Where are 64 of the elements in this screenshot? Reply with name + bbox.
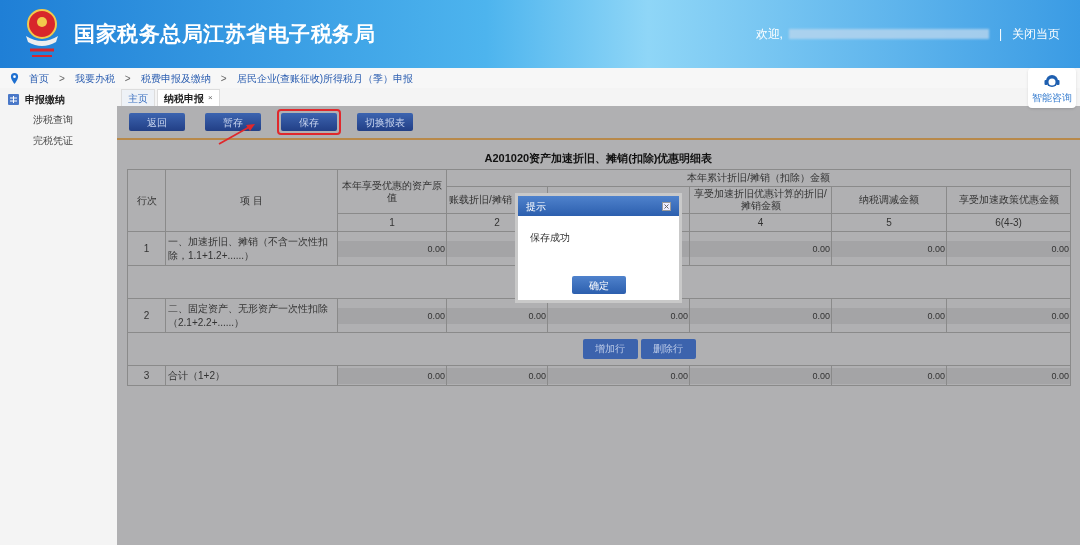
sidebar-item[interactable]: 完税凭证 <box>0 133 117 148</box>
row-action-button[interactable]: 删除行 <box>640 339 696 359</box>
amount-field[interactable]: 0.00 <box>690 367 831 384</box>
help-label: 智能咨询 <box>1032 90 1072 105</box>
column-header: 项 目 <box>240 194 263 206</box>
column-number: 1 <box>389 216 395 228</box>
column-header: 账载折旧/摊销 <box>449 194 512 205</box>
amount-field[interactable]: 0.00 <box>548 307 689 324</box>
row-number: 1 <box>143 242 150 254</box>
amount-field[interactable]: 0.00 <box>947 240 1071 257</box>
column-number: 4 <box>757 216 764 228</box>
row-label: 一、加速折旧、摊销（不含一次性扣除，1.1+1.2+......） <box>168 235 328 261</box>
location-pin-icon <box>10 72 19 84</box>
separator: | <box>998 26 1002 43</box>
help-widget[interactable]: 智能咨询 <box>1028 68 1076 108</box>
row-label: 二、固定资产、无形资产一次性扣除（2.1+2.2+......） <box>168 302 328 328</box>
column-header: 行次 <box>136 194 157 206</box>
amount-field[interactable]: 0.00 <box>690 240 831 257</box>
amount-field[interactable]: 0.00 <box>338 240 446 257</box>
amount-field[interactable]: 0.00 <box>832 367 946 384</box>
column-header: 本年享受优惠的资产原值 <box>342 179 442 203</box>
column-number: 6(4-3) <box>995 216 1022 228</box>
row-action-button[interactable]: 增加行 <box>582 339 638 359</box>
close-icon[interactable] <box>662 201 671 211</box>
confirm-button[interactable]: 确定 <box>571 276 626 294</box>
amount-field[interactable]: 0.00 <box>338 307 446 324</box>
breadcrumb-separator: > <box>124 71 131 86</box>
breadcrumb-link[interactable]: 首页 <box>29 70 49 86</box>
close-page-link[interactable]: 关闭当页 <box>1012 25 1060 43</box>
column-number: 5 <box>886 216 892 228</box>
table-title: A201020资产加速折旧、摊销(扣除)优惠明细表 <box>484 152 713 164</box>
amount-field[interactable]: 0.00 <box>690 307 831 324</box>
amount-field[interactable]: 0.00 <box>947 307 1071 324</box>
sidebar-section[interactable]: 申报缴纳 <box>25 91 65 107</box>
tab[interactable]: 纳税申报 × <box>157 89 220 106</box>
breadcrumb-separator: > <box>220 71 227 86</box>
grid-icon <box>8 93 19 105</box>
row-number: 3 <box>143 369 150 381</box>
amount-field[interactable]: 0.00 <box>947 367 1071 384</box>
column-header: 享受加速折旧优惠计算的折旧/摊销金额 <box>694 188 827 211</box>
amount-field[interactable]: 0.00 <box>832 307 946 324</box>
amount-field[interactable]: 0.00 <box>338 367 446 384</box>
amount-field[interactable]: 0.00 <box>447 307 547 324</box>
amount-field[interactable]: 0.00 <box>548 367 689 384</box>
close-icon[interactable]: × <box>208 92 213 104</box>
amount-field[interactable]: 0.00 <box>832 240 946 257</box>
breadcrumb-separator: > <box>59 71 65 86</box>
column-header: 享受加速政策优惠金额 <box>958 194 1059 205</box>
row-number: 2 <box>143 309 150 321</box>
column-header: 纳税调减金额 <box>859 194 919 205</box>
dialog-message: 保存成功 <box>530 231 571 245</box>
tab[interactable]: 主页 <box>121 89 155 106</box>
breadcrumb-link[interactable]: 我要办税 <box>74 70 115 86</box>
column-number: 2 <box>494 216 500 228</box>
dialog-title: 提示 <box>526 199 546 214</box>
breadcrumb-link[interactable]: 居民企业(查账征收)所得税月（季）申报 <box>236 70 414 86</box>
site-title: 国家税务总局江苏省电子税务局 <box>74 21 376 48</box>
welcome-text: 欢迎, <box>755 26 783 43</box>
amount-field[interactable]: 0.00 <box>447 367 547 384</box>
toolbar-button[interactable]: 保存 <box>277 109 341 135</box>
sidebar-item[interactable]: 涉税查询 <box>0 112 117 127</box>
row-label: 合计（1+2） <box>168 369 225 381</box>
column-group-header: 本年累计折旧/摊销（扣除）金额 <box>687 172 830 183</box>
breadcrumb-link[interactable]: 税费申报及缴纳 <box>140 70 211 86</box>
